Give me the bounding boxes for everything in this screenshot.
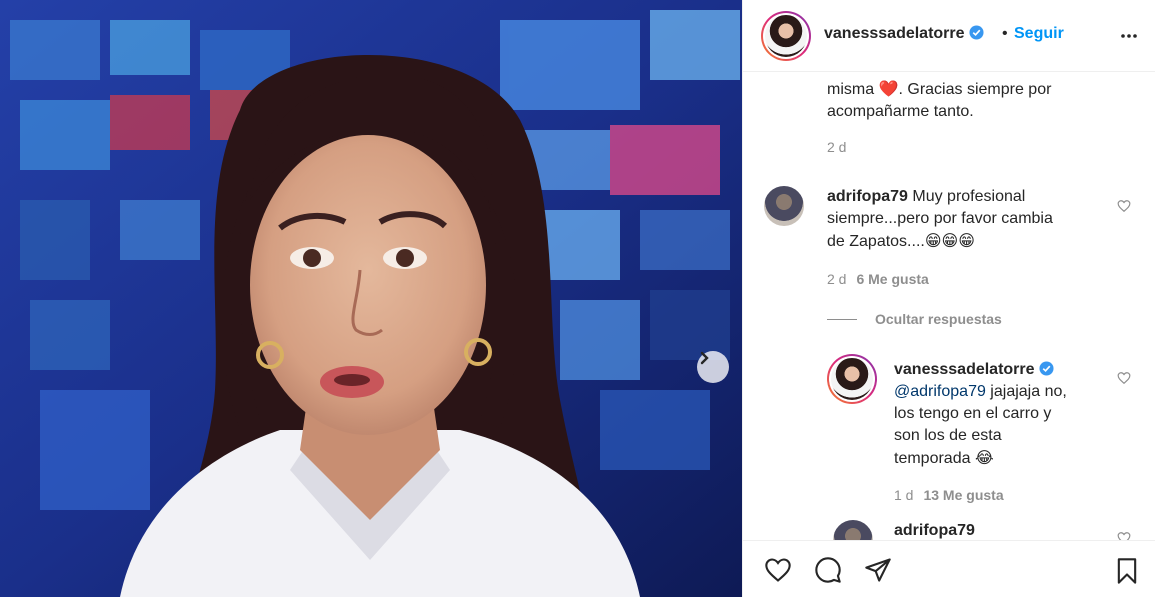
laughing-emoji: 😂: [974, 448, 994, 467]
more-options-icon[interactable]: [1119, 26, 1139, 46]
news-anchor-photo: [0, 0, 742, 597]
share-paper-plane-icon[interactable]: [863, 556, 893, 584]
comment-username[interactable]: adrifopa79: [827, 188, 908, 205]
post-action-bar: [743, 540, 1155, 597]
next-reply-like-heart-icon[interactable]: [1117, 531, 1131, 540]
comment-likes[interactable]: 6 Me gusta: [856, 271, 928, 287]
verified-badge-icon: [1039, 361, 1054, 376]
comment-text: adrifopa79 Muy profesional siempre...per…: [827, 188, 1053, 250]
reply-mention-link[interactable]: @adrifopa79: [894, 383, 986, 400]
save-bookmark-icon[interactable]: [1113, 556, 1141, 586]
reply-username[interactable]: vanesssadelatorre: [894, 361, 1035, 378]
comment-meta: 2 d 6 Me gusta: [827, 271, 929, 287]
like-heart-icon[interactable]: [763, 556, 793, 584]
reply-meta: 1 d 13 Me gusta: [894, 487, 1004, 503]
post-photo: [0, 0, 742, 597]
commenter-avatar[interactable]: [764, 186, 804, 226]
author-username-row[interactable]: vanesssadelatorre: [824, 25, 984, 43]
next-reply-username[interactable]: adrifopa79: [894, 522, 975, 539]
grin-emoji: 😁😁😁: [924, 231, 975, 250]
verified-badge-icon: [969, 25, 984, 40]
reply-like-heart-icon[interactable]: [1117, 371, 1131, 385]
caption-text: misma ❤️. Gracias siempre por acompañarm…: [827, 79, 1052, 120]
chevron-right-icon: [700, 351, 709, 365]
reply-author-avatar[interactable]: [827, 354, 877, 404]
author-username[interactable]: vanesssadelatorre: [824, 25, 965, 42]
next-reply-avatar[interactable]: [833, 520, 873, 540]
reply-time: 1 d: [894, 487, 914, 503]
reply-text: vanesssadelatorre @adrifopa79 jajajaja n…: [894, 361, 1067, 467]
next-reply-text: adrifopa79: [894, 520, 975, 540]
red-heart-emoji: ❤️: [878, 79, 899, 98]
post-header: vanesssadelatorre • Seguir: [743, 0, 1155, 72]
post-side-panel: vanesssadelatorre • Seguir misma ❤️. Gra…: [742, 0, 1155, 597]
comment-like-heart-icon[interactable]: [1117, 199, 1131, 213]
instagram-post-view: vanesssadelatorre • Seguir misma ❤️. Gra…: [0, 0, 1155, 597]
comments-list: misma ❤️. Gracias siempre por acompañarm…: [743, 73, 1155, 540]
follow-button[interactable]: Seguir: [1014, 25, 1064, 43]
hide-replies-button[interactable]: Ocultar respuestas: [827, 311, 1002, 327]
comment-time: 2 d: [827, 271, 847, 287]
author-avatar[interactable]: [761, 11, 811, 61]
next-photo-button[interactable]: [697, 351, 729, 383]
reply-likes[interactable]: 13 Me gusta: [923, 487, 1003, 503]
separator-dot: •: [1002, 25, 1008, 42]
caption-time: 2 d: [827, 139, 847, 155]
comment-bubble-icon[interactable]: [813, 556, 843, 584]
